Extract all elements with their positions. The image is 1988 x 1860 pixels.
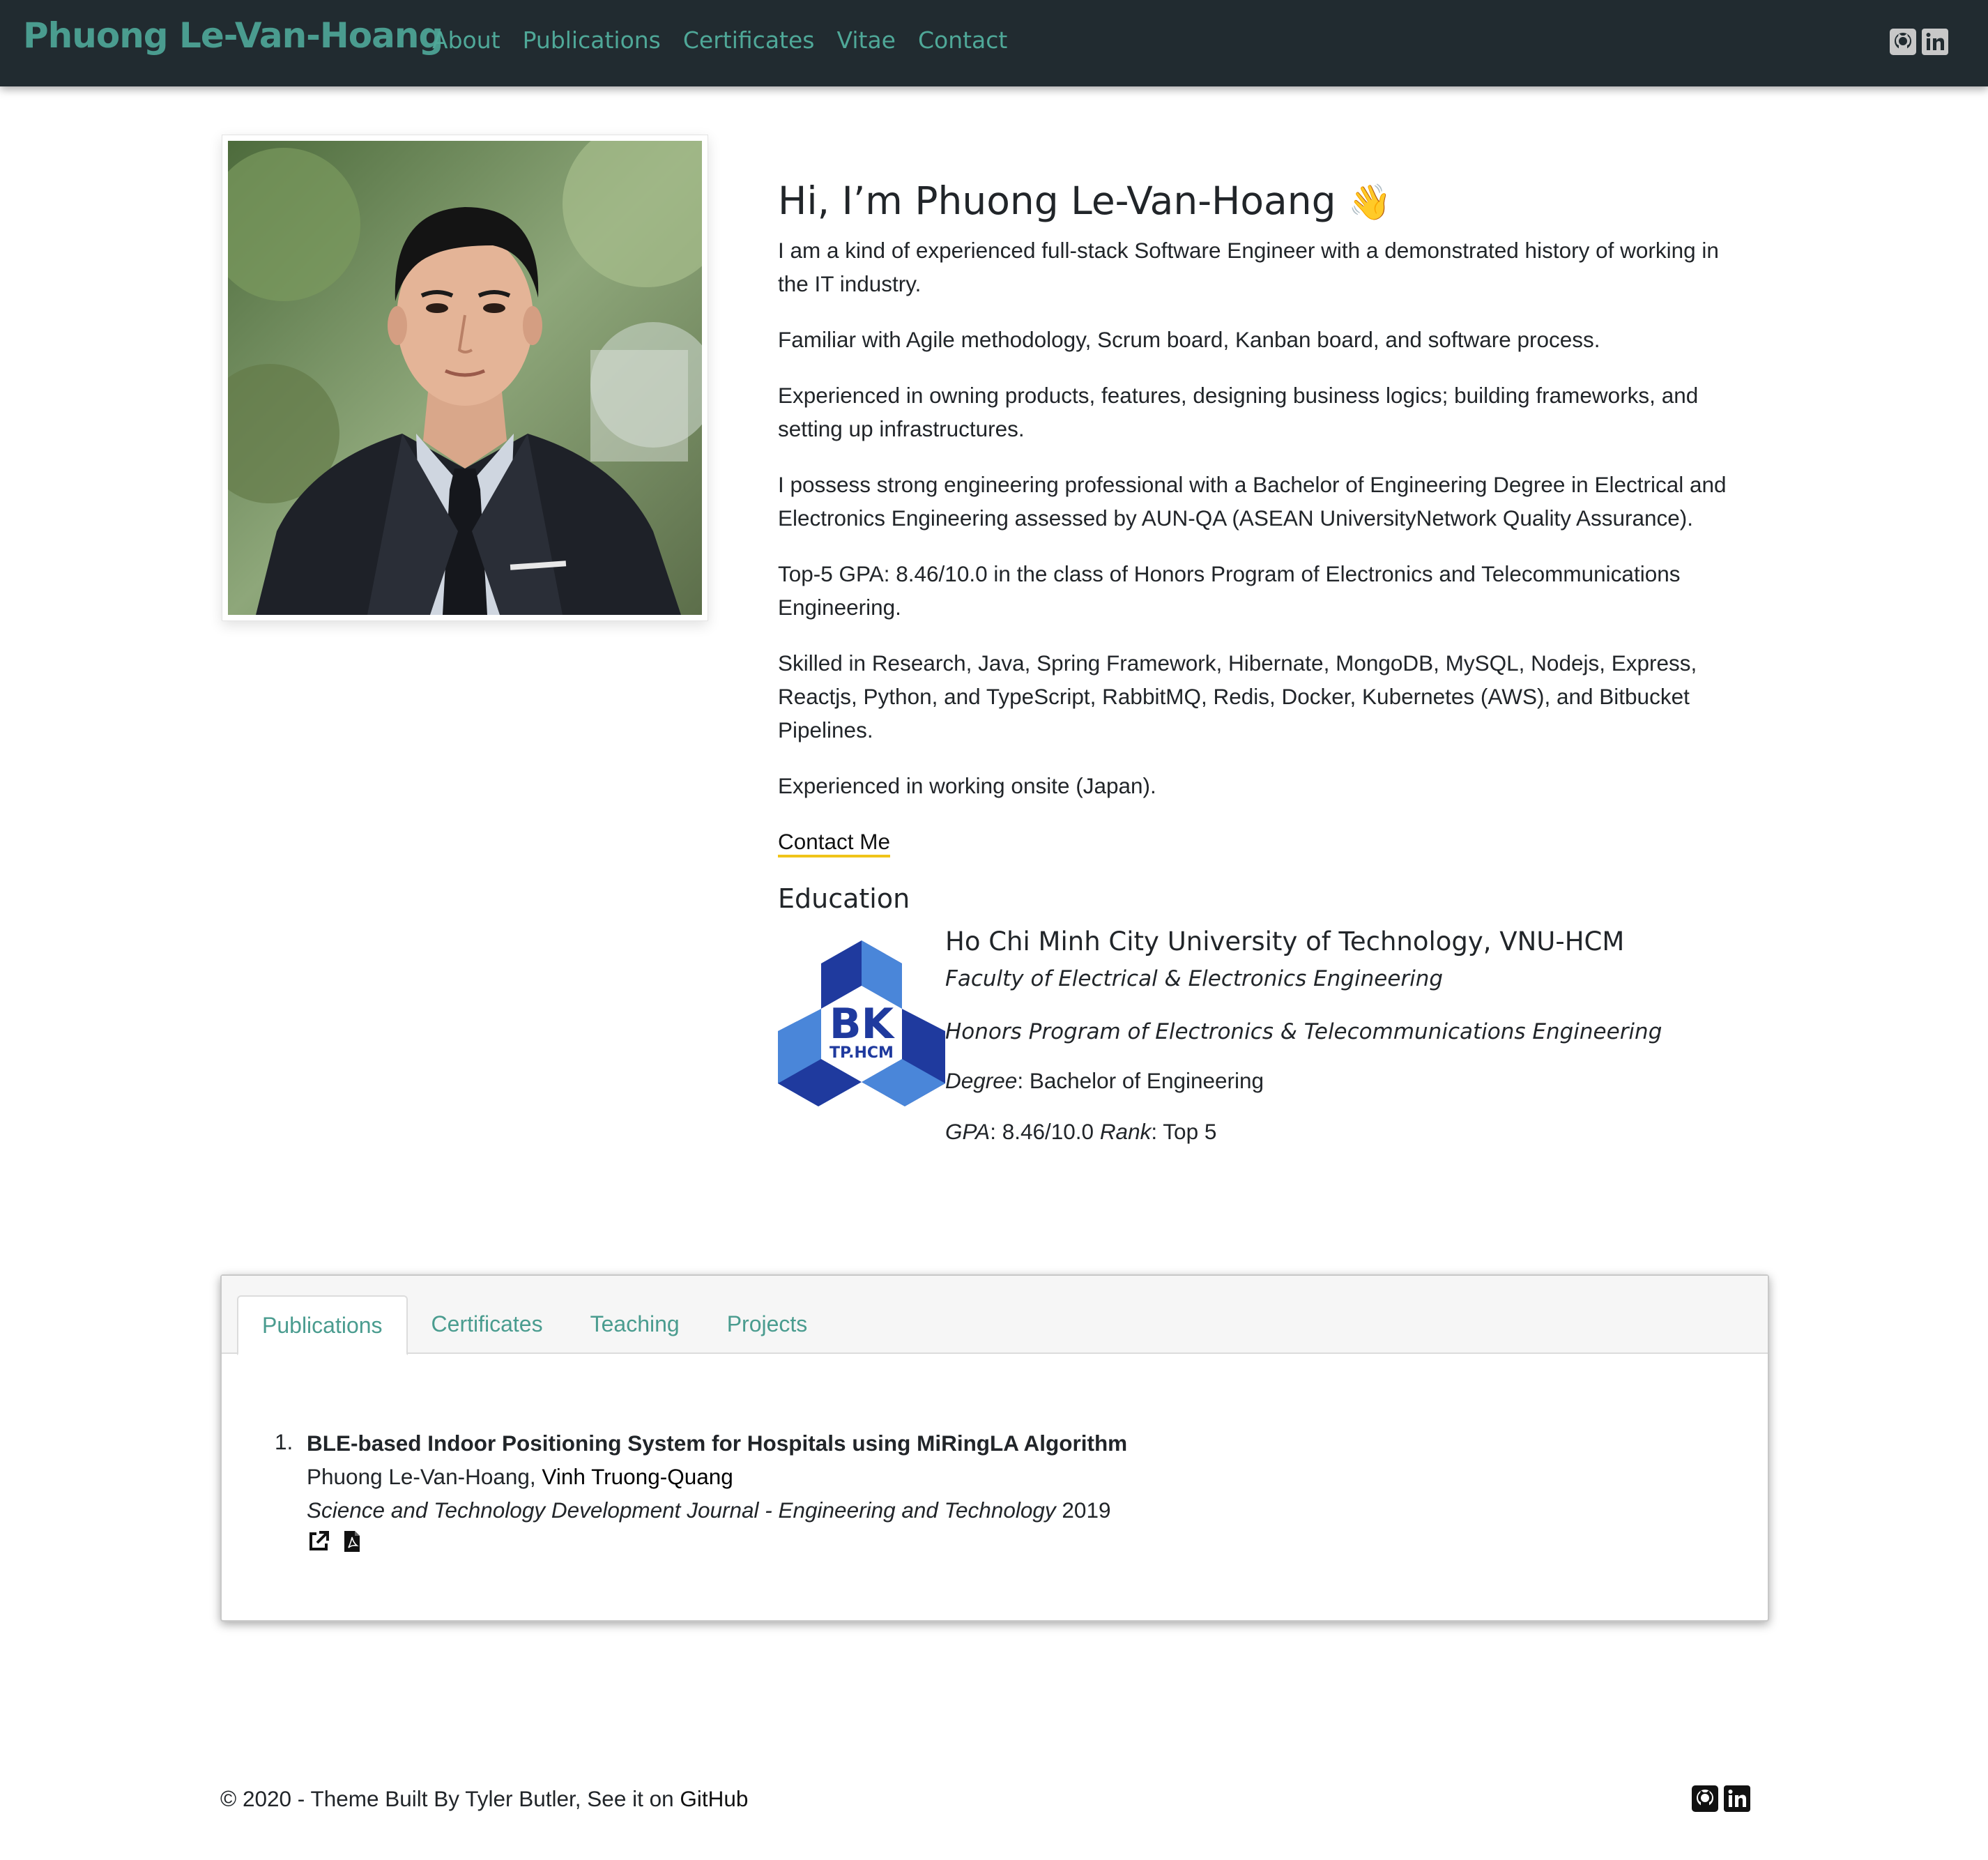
greeting-heading: Hi, I’m Phuong Le-Van-Hoang 👋 [778, 178, 1392, 223]
nav-link-vitae[interactable]: Vitae [836, 26, 895, 54]
about-paragraph: Skilled in Research, Java, Spring Framew… [778, 650, 1697, 742]
education-entry: BK TP.HCM Ho Chi Minh City University of… [778, 927, 1754, 1219]
profile-photo [222, 135, 708, 621]
publication-journal: Science and Technology Development Journ… [307, 1497, 1111, 1523]
tab-publications[interactable]: Publications [237, 1295, 408, 1355]
linkedin-icon[interactable] [1723, 1785, 1751, 1813]
footer-copyright: © 2020 - Theme Built By Tyler Butler, Se… [220, 1786, 749, 1811]
university-logo: BK TP.HCM [778, 940, 945, 1106]
footer-github-link[interactable]: GitHub [680, 1786, 748, 1811]
education-details: Ho Chi Minh City University of Technolog… [945, 927, 1662, 1170]
nav-links: About Publications Certificates Vitae Co… [432, 26, 1007, 54]
top-navbar: Phuong Le-Van-Hoang About Publications C… [0, 0, 1988, 86]
site-brand[interactable]: Phuong Le-Van-Hoang [23, 15, 443, 56]
nav-link-contact[interactable]: Contact [918, 26, 1007, 54]
list-item: 1. BLE-based Indoor Positioning System f… [222, 1429, 1127, 1553]
education-heading: Education [778, 883, 910, 914]
university-logo-subtext: TP.HCM [829, 1044, 894, 1062]
tab-teaching[interactable]: Teaching [567, 1295, 703, 1352]
profile-photo-image [228, 141, 702, 615]
tab-projects[interactable]: Projects [703, 1295, 832, 1352]
publication-list: 1. BLE-based Indoor Positioning System f… [275, 1429, 1127, 1553]
university-logo-text: BK [829, 1000, 896, 1049]
publication-actions [307, 1530, 1127, 1553]
publication-title: BLE-based Indoor Positioning System for … [307, 1431, 1128, 1456]
about-paragraph: I am a kind of experienced full-stack So… [778, 238, 1719, 296]
faculty-name: Faculty of Electrical & Electronics Engi… [945, 966, 1444, 991]
tabs-header: Publications Certificates Teaching Proje… [222, 1276, 1768, 1355]
nav-social-icons [1889, 28, 1949, 56]
about-paragraph: I possess strong engineering professiona… [778, 472, 1727, 531]
about-paragraph: Familiar with Agile methodology, Scrum b… [778, 327, 1600, 352]
contact-me-link[interactable]: Contact Me [778, 829, 891, 857]
about-paragraph: Top-5 GPA: 8.46/10.0 in the class of Hon… [778, 561, 1681, 620]
tab-list: Publications Certificates Teaching Proje… [237, 1295, 832, 1355]
linkedin-icon[interactable] [1921, 28, 1949, 56]
tab-certificates[interactable]: Certificates [408, 1295, 567, 1352]
author-link[interactable]: Vinh Truong-Quang [542, 1464, 733, 1489]
publication-number: 1. [275, 1429, 293, 1454]
program-name: Honors Program of Electronics & Telecomm… [945, 1019, 1662, 1044]
about-paragraph: Experienced in owning products, features… [778, 383, 1699, 441]
nav-link-publications[interactable]: Publications [523, 26, 661, 54]
degree-line: Degree: Bachelor of Engineering [945, 1068, 1264, 1093]
external-link-icon[interactable] [307, 1530, 330, 1553]
footer-social-icons [1691, 1785, 1751, 1813]
github-icon[interactable] [1889, 28, 1917, 56]
tabs-card: Publications Certificates Teaching Proje… [220, 1274, 1769, 1622]
nav-link-certificates[interactable]: Certificates [683, 26, 815, 54]
github-icon[interactable] [1691, 1785, 1719, 1813]
pdf-icon[interactable] [343, 1530, 361, 1553]
publication-authors: Phuong Le-Van-Hoang, Vinh Truong-Quang [307, 1464, 733, 1489]
university-name: Ho Chi Minh City University of Technolog… [945, 927, 1625, 956]
about-section: Hi, I’m Phuong Le-Van-Hoang 👋 I am a kin… [778, 178, 1754, 1219]
nav-link-about[interactable]: About [432, 26, 500, 54]
waving-hand-emoji: 👋 [1348, 182, 1392, 222]
gpa-line: GPA: 8.46/10.0 Rank: Top 5 [945, 1119, 1217, 1144]
about-paragraph: Experienced in working onsite (Japan). [778, 773, 1156, 798]
